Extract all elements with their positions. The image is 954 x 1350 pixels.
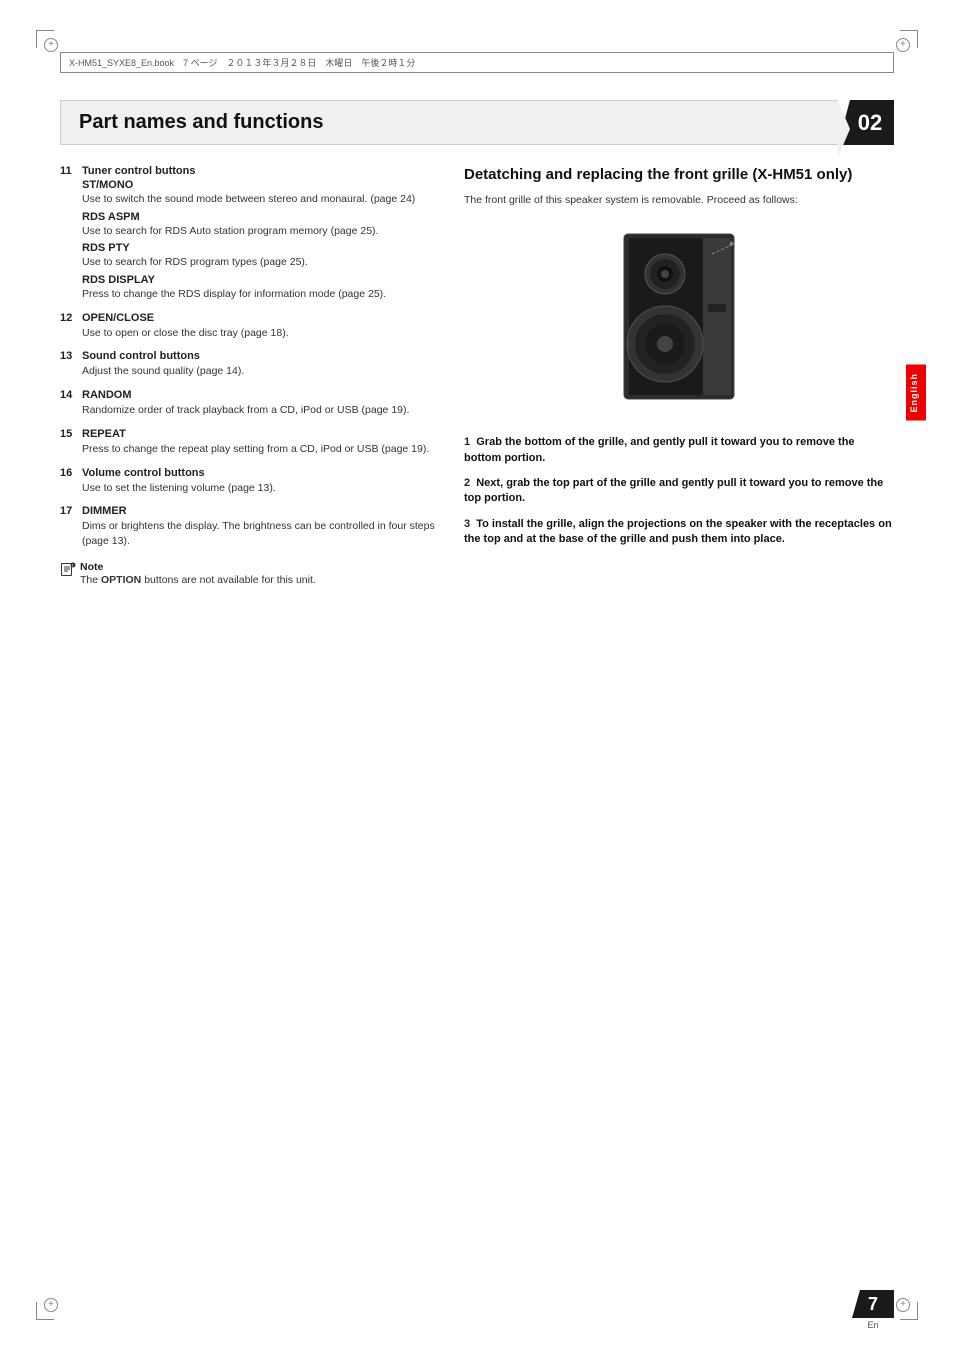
section-11-number: 11 [60,165,76,177]
section-12: 12 OPEN/CLOSE Use to open or close the d… [60,312,440,341]
reg-mark-bl [44,1298,58,1312]
detach-section-intro: The front grille of this speaker system … [464,193,894,208]
header-title-box: Part names and functions [60,100,838,145]
section-17: 17 DIMMER Dims or brightens the display.… [60,505,440,548]
section-15: 15 REPEAT Press to change the repeat pla… [60,428,440,457]
section-12-title: OPEN/CLOSE [82,312,154,324]
page-number: 7 [868,1294,878,1315]
section-15-header: 15 REPEAT [60,428,440,440]
step-3-number: 3 [464,518,476,530]
section-11-subtitle-rdsaspm: RDS ASPM [82,211,440,223]
section-11-subtitle-rdspty: RDS PTY [82,242,440,254]
section-11-subtitle-rdsdisplay: RDS DISPLAY [82,274,440,286]
section-11: 11 Tuner control buttons ST/MONO Use to … [60,165,440,302]
left-column: 11 Tuner control buttons ST/MONO Use to … [60,165,440,587]
section-13: 13 Sound control buttons Adjust the soun… [60,350,440,379]
note-text: The OPTION buttons are not available for… [80,574,316,586]
section-14: 14 RANDOM Randomize order of track playb… [60,389,440,418]
note-label: Note [80,561,103,573]
section-13-body: Adjust the sound quality (page 14). [82,364,440,379]
chapter-number: 02 [858,110,882,136]
section-16: 16 Volume control buttons Use to set the… [60,467,440,496]
note-content: Note The OPTION buttons are not availabl… [80,561,316,588]
section-12-body: Use to open or close the disc tray (page… [82,326,440,341]
section-16-header: 16 Volume control buttons [60,467,440,479]
reg-mark-br [896,1298,910,1312]
step-3-text: To install the grille, align the project… [464,518,892,545]
file-info-bar: X-HM51_SYXE8_En.book 7 ページ ２０１３年３月２８日 木曜… [60,52,894,73]
section-14-body: Randomize order of track playback from a… [82,403,440,418]
section-11-body-rdsaspm: Use to search for RDS Auto station progr… [82,224,440,239]
step-2: 2 Next, grab the top part of the grille … [464,476,894,507]
section-11-title: Tuner control buttons [82,165,195,177]
speaker-svg [604,224,754,414]
page-en-label: En [867,1320,878,1330]
step-1-text: Grab the bottom of the grille, and gentl… [464,436,855,463]
section-13-header: 13 Sound control buttons [60,350,440,362]
english-tab: English [906,365,926,421]
section-14-header: 14 RANDOM [60,389,440,401]
page-title: Part names and functions [79,111,324,134]
section-12-header: 12 OPEN/CLOSE [60,312,440,324]
page-number-box: 7 [852,1290,894,1318]
page-header: Part names and functions 02 [60,100,894,145]
section-17-header: 17 DIMMER [60,505,440,517]
step-2-text: Next, grab the top part of the grille an… [464,477,883,504]
reg-mark-tr [896,38,910,52]
svg-text:!: ! [72,562,73,567]
section-12-number: 12 [60,312,76,324]
section-13-number: 13 [60,350,76,362]
two-column-layout: 11 Tuner control buttons ST/MONO Use to … [60,165,894,587]
file-info-text: X-HM51_SYXE8_En.book 7 ページ ２０１３年３月２８日 木曜… [69,56,415,69]
section-13-title: Sound control buttons [82,350,200,362]
section-17-number: 17 [60,505,76,517]
section-11-header: 11 Tuner control buttons [60,165,440,177]
section-17-title: DIMMER [82,505,127,517]
section-11-body-stmono: Use to switch the sound mode between ste… [82,192,440,207]
section-17-body: Dims or brightens the display. The brigh… [82,519,440,548]
section-14-title: RANDOM [82,389,132,401]
step-2-number: 2 [464,477,476,489]
step-1: 1 Grab the bottom of the grille, and gen… [464,435,894,466]
page-number-area: 7 En [852,1290,894,1330]
detach-section-title: Detatching and replacing the front grill… [464,165,894,185]
step-3: 3 To install the grille, align the proje… [464,517,894,548]
main-content: Part names and functions 02 11 Tuner con… [60,100,894,1270]
reg-mark-tl [44,38,58,52]
note-icon: ! [60,561,76,577]
right-column: English Detatching and replacing the fro… [464,165,894,558]
section-16-body: Use to set the listening volume (page 13… [82,481,440,496]
section-16-number: 16 [60,467,76,479]
section-15-number: 15 [60,428,76,440]
section-11-body-rdsdisplay: Press to change the RDS display for info… [82,287,440,302]
section-11-body-rdspty: Use to search for RDS program types (pag… [82,255,440,270]
note-section: ! Note The OPTION buttons are not availa… [60,561,440,588]
step-1-number: 1 [464,436,476,448]
section-16-title: Volume control buttons [82,467,205,479]
section-15-title: REPEAT [82,428,126,440]
section-14-number: 14 [60,389,76,401]
section-11-subtitle-stmono: ST/MONO [82,179,440,191]
speaker-image-container [599,219,759,419]
section-15-body: Press to change the repeat play setting … [82,442,440,457]
